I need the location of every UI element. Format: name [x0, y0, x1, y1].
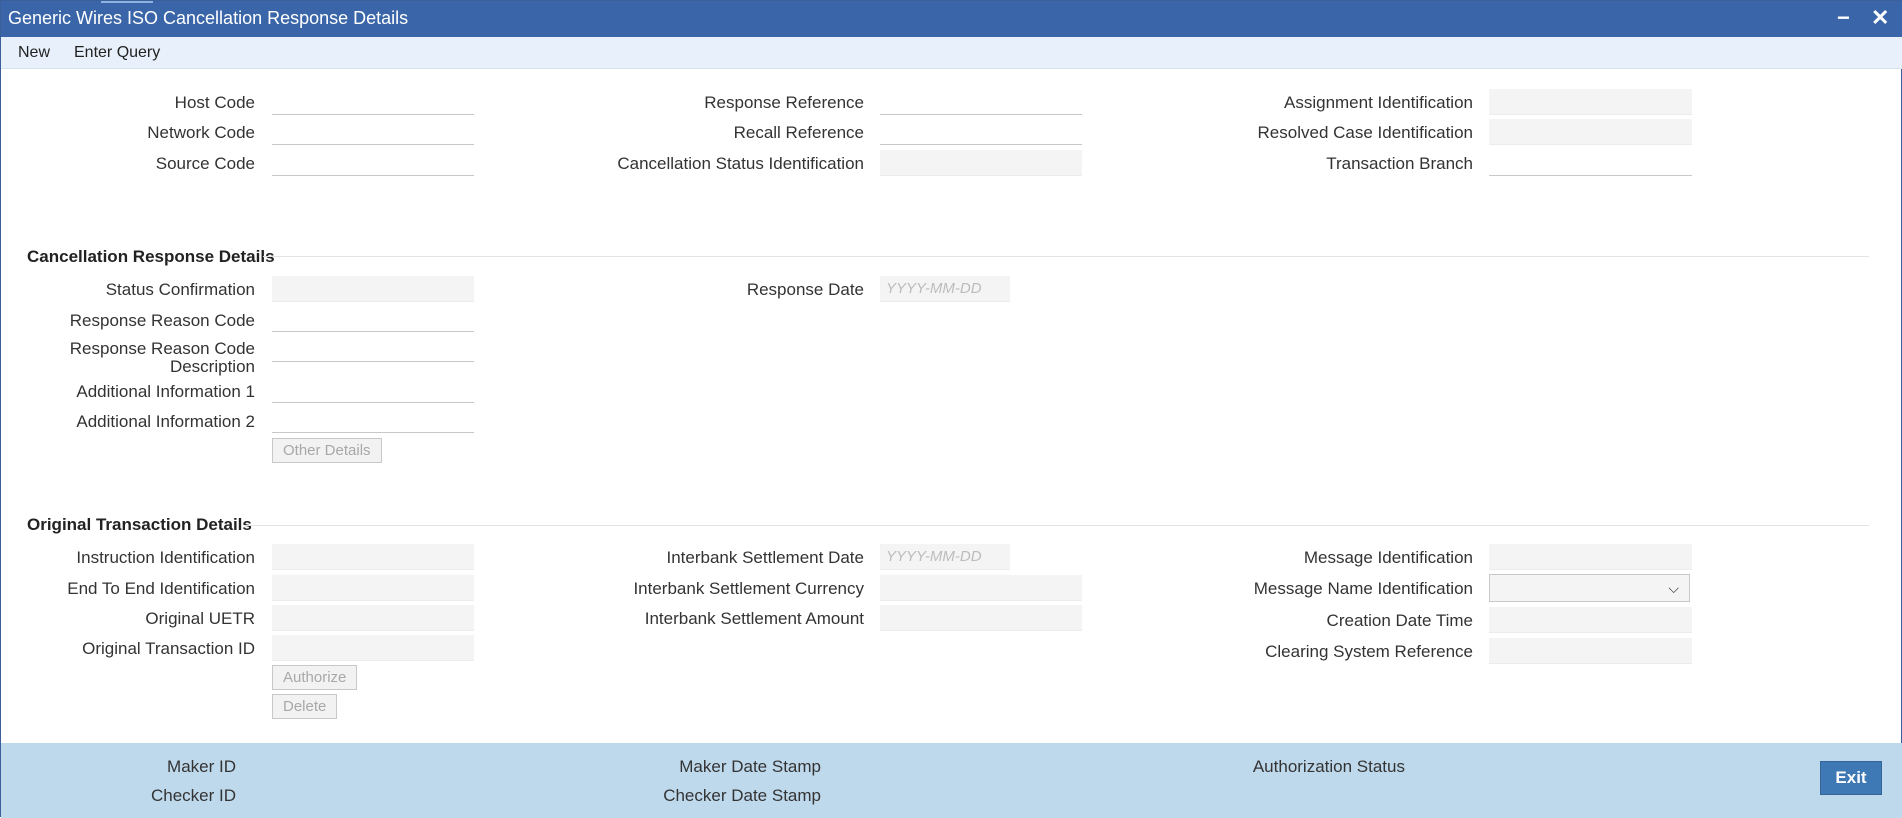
title-bar: Generic Wires ISO Cancellation Response …: [1, 1, 1902, 37]
response-reference-field[interactable]: [880, 89, 1082, 115]
end-to-end-identification-label: End To End Identification: [67, 579, 255, 598]
original-transaction-id-field[interactable]: [272, 635, 474, 661]
cancellation-status-identification-field[interactable]: [880, 150, 1082, 176]
assignment-identification-field[interactable]: [1489, 89, 1692, 115]
resolved-case-identification-label: Resolved Case Identification: [1257, 123, 1473, 142]
status-confirmation-label: Status Confirmation: [105, 280, 255, 299]
interbank-settlement-date-label: Interbank Settlement Date: [666, 548, 864, 567]
original-uetr-label: Original UETR: [145, 609, 255, 628]
creation-date-time-label: Creation Date Time: [1326, 611, 1473, 630]
source-code-label: Source Code: [155, 154, 255, 173]
other-details-button[interactable]: Other Details: [272, 438, 382, 463]
original-uetr-field[interactable]: [272, 605, 474, 631]
network-code-field[interactable]: [272, 119, 474, 145]
exit-button[interactable]: Exit: [1820, 761, 1882, 795]
network-code-label: Network Code: [147, 123, 255, 142]
message-identification-label: Message Identification: [1303, 548, 1473, 567]
response-reason-code-label: Response Reason Code: [69, 311, 255, 330]
original-section-divider: [244, 525, 1869, 526]
main-window: Generic Wires ISO Cancellation Response …: [0, 0, 1902, 818]
transaction-branch-field[interactable]: [1489, 150, 1692, 176]
instruction-identification-field[interactable]: [272, 544, 474, 570]
status-confirmation-field[interactable]: [272, 276, 474, 302]
clearing-system-reference-label: Clearing System Reference: [1265, 642, 1473, 661]
recall-reference-label: Recall Reference: [733, 123, 864, 142]
additional-information-1-field[interactable]: [272, 377, 474, 403]
audit-footer: Maker ID Checker ID Maker Date Stamp Che…: [1, 743, 1902, 818]
source-code-field[interactable]: [272, 150, 474, 176]
checker-id-label: Checker ID: [150, 786, 236, 805]
transaction-branch-label: Transaction Branch: [1326, 154, 1473, 173]
cancellation-status-identification-label: Cancellation Status Identification: [617, 154, 864, 173]
close-icon[interactable]: ✕: [1871, 5, 1889, 31]
message-identification-field[interactable]: [1489, 544, 1692, 570]
response-date-label: Response Date: [746, 280, 864, 299]
recall-reference-field[interactable]: [880, 119, 1082, 145]
response-date-field[interactable]: [880, 276, 1010, 302]
host-code-field[interactable]: [272, 89, 474, 115]
cancellation-response-section-title: Cancellation Response Details: [27, 247, 275, 266]
message-name-identification-label: Message Name Identification: [1253, 579, 1473, 598]
menu-bar: New Enter Query: [1, 37, 1902, 69]
interbank-settlement-currency-label: Interbank Settlement Currency: [633, 579, 864, 598]
minimize-icon[interactable]: −: [1837, 5, 1850, 31]
resolved-case-identification-field[interactable]: [1489, 119, 1692, 145]
chevron-down-icon: ⌵: [1668, 580, 1679, 596]
host-code-label: Host Code: [174, 93, 255, 112]
menu-enter-query[interactable]: Enter Query: [74, 44, 160, 62]
clearing-system-reference-field[interactable]: [1489, 638, 1692, 664]
additional-information-2-label: Additional Information 2: [76, 412, 255, 431]
authorization-status-label: Authorization Status: [1252, 757, 1405, 776]
maker-id-label: Maker ID: [167, 757, 236, 776]
delete-button[interactable]: Delete: [272, 694, 338, 719]
maker-date-stamp-label: Maker Date Stamp: [679, 757, 821, 776]
original-transaction-id-label: Original Transaction ID: [82, 639, 255, 658]
interbank-settlement-amount-field[interactable]: [880, 605, 1082, 631]
response-reason-code-field[interactable]: [272, 306, 474, 332]
additional-information-1-label: Additional Information 1: [76, 382, 255, 401]
window-title: Generic Wires ISO Cancellation Response …: [8, 8, 409, 28]
menu-new[interactable]: New: [18, 44, 50, 62]
end-to-end-identification-field[interactable]: [272, 575, 474, 601]
response-reference-label: Response Reference: [704, 93, 864, 112]
response-reason-code-description-field[interactable]: [272, 336, 474, 362]
cancellation-section-divider: [263, 256, 1869, 257]
instruction-identification-label: Instruction Identification: [76, 548, 255, 567]
assignment-identification-label: Assignment Identification: [1284, 93, 1473, 112]
interbank-settlement-date-field[interactable]: [880, 544, 1010, 570]
interbank-settlement-currency-field[interactable]: [880, 575, 1082, 601]
creation-date-time-field[interactable]: [1489, 607, 1692, 633]
message-name-identification-select[interactable]: ⌵: [1489, 574, 1690, 602]
original-transaction-section-title: Original Transaction Details: [27, 515, 252, 534]
interbank-settlement-amount-label: Interbank Settlement Amount: [644, 609, 864, 628]
checker-date-stamp-label: Checker Date Stamp: [663, 786, 821, 805]
authorize-button[interactable]: Authorize: [272, 665, 358, 690]
title-bar-accent: [101, 1, 153, 3]
response-reason-code-description-label: Response Reason Code Description: [69, 339, 255, 376]
additional-information-2-field[interactable]: [272, 407, 474, 433]
